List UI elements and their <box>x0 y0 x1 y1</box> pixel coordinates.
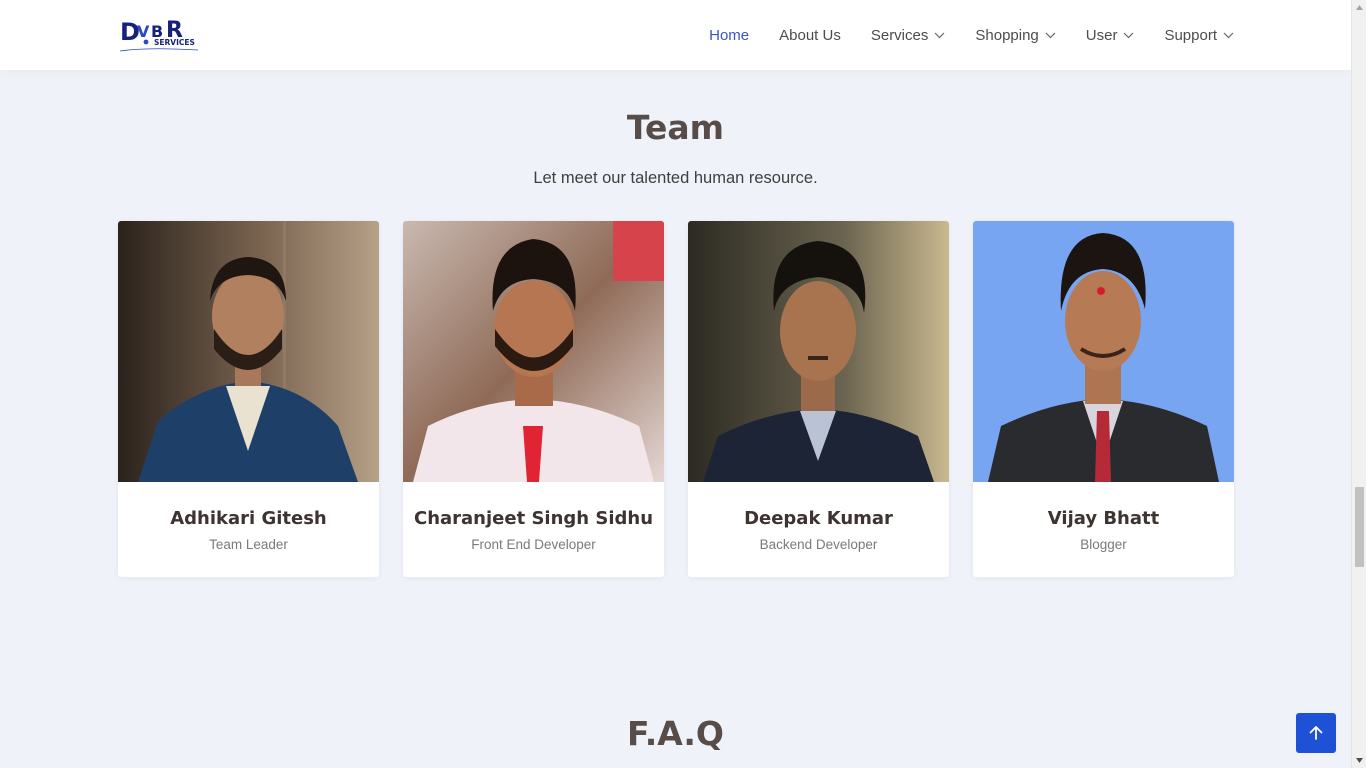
scroll-thumb[interactable] <box>1355 487 1364 567</box>
arrow-up-icon <box>1309 726 1323 740</box>
nav-support-label: Support <box>1164 26 1217 44</box>
scroll-down-arrow[interactable] <box>1352 753 1366 768</box>
member-role: Blogger <box>1080 537 1127 552</box>
member-photo <box>973 221 1234 482</box>
caret-up-icon <box>1356 5 1363 10</box>
team-card[interactable]: Vijay Bhatt Blogger <box>973 221 1234 577</box>
chevron-down-icon <box>1045 32 1056 38</box>
member-photo <box>688 221 949 482</box>
team-section-subtitle: Let meet our talented human resource. <box>533 169 818 187</box>
nav-shopping-label: Shopping <box>975 26 1039 44</box>
faq-section-title: F.A.Q <box>627 714 724 753</box>
member-photo <box>403 221 664 482</box>
nav-user-label: User <box>1085 26 1118 44</box>
member-name: Deepak Kumar <box>744 508 893 529</box>
chevron-down-icon <box>1124 32 1134 38</box>
nav-support[interactable]: Support <box>1164 27 1234 44</box>
back-to-top-button[interactable] <box>1296 713 1336 753</box>
member-role: Front End Developer <box>471 537 596 552</box>
nav-shopping[interactable]: Shopping <box>975 26 1056 44</box>
chevron-down-icon <box>934 32 945 38</box>
member-role: Team Leader <box>209 537 288 552</box>
svg-text:SERVICES: SERVICES <box>154 38 195 47</box>
logo[interactable]: D V B R SERVICES <box>118 14 202 56</box>
member-role: Backend Developer <box>759 537 878 552</box>
team-cards: Adhikari Gitesh Team Leader Charanjeet S… <box>118 221 1234 577</box>
nav-home-label: Home <box>709 26 750 44</box>
chevron-down-icon <box>1223 32 1234 38</box>
nav-user[interactable]: User <box>1086 27 1135 44</box>
team-card[interactable]: Charanjeet Singh Sidhu Front End Develop… <box>403 221 664 577</box>
team-card[interactable]: Adhikari Gitesh Team Leader <box>118 221 379 577</box>
team-section-title: Team <box>626 108 725 147</box>
member-name: Adhikari Gitesh <box>170 508 327 529</box>
nav-about-us-label: About Us <box>779 26 841 44</box>
scroll-up-arrow[interactable] <box>1352 0 1366 15</box>
nav-home[interactable]: Home <box>709 27 749 44</box>
nav-about-us[interactable]: About Us <box>779 27 841 44</box>
site-header: D V B R SERVICES Home About Us Services … <box>0 0 1351 70</box>
page-scrollbar[interactable] <box>1351 0 1366 768</box>
member-photo <box>118 221 379 482</box>
main-nav: Home About Us Services Shopping User Sup… <box>709 0 1234 70</box>
member-name: Vijay Bhatt <box>1047 508 1160 529</box>
team-card[interactable]: Deepak Kumar Backend Developer <box>688 221 949 577</box>
nav-services-label: Services <box>870 26 929 44</box>
caret-down-icon <box>1356 758 1363 763</box>
nav-services[interactable]: Services <box>871 27 946 44</box>
member-name: Charanjeet Singh Sidhu <box>413 508 654 529</box>
